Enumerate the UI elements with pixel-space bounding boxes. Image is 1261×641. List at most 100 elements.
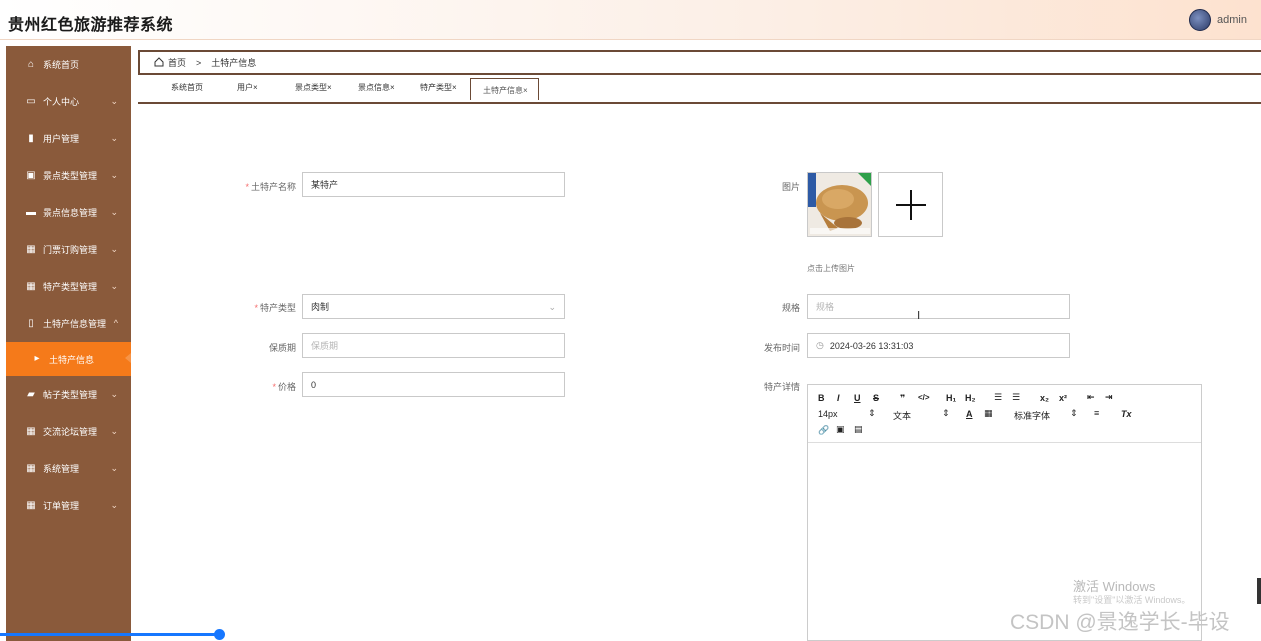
background-color-icon[interactable]: ▦ <box>984 408 993 419</box>
name-field[interactable]: 某特产 <box>302 172 565 197</box>
tab-scenic-info[interactable]: 景点信息× <box>358 82 395 93</box>
tab-scenic-types[interactable]: 景点类型× <box>295 82 332 93</box>
home-icon[interactable] <box>154 56 164 69</box>
sidebar-item-9[interactable]: ▰ 帖子类型管理 ⌄ <box>6 376 131 413</box>
h2-icon[interactable]: H₂ <box>965 393 976 403</box>
chevron-down-icon: ⌄ <box>110 207 118 217</box>
text-type-arrows-icon: ⇕ <box>942 408 950 418</box>
chevron-down-icon: ⌄ <box>110 426 118 436</box>
sidebar-item-12[interactable]: ▦ 订单管理 ⌄ <box>6 487 131 524</box>
subscript-icon[interactable]: x₂ <box>1040 393 1049 403</box>
username[interactable]: admin <box>1217 14 1247 26</box>
sidebar-item-label: 用户管理 <box>43 134 80 144</box>
price-label: * 价格 <box>272 382 296 392</box>
chevron-up-icon: ^ <box>113 318 118 328</box>
clipboard-icon: ▣ <box>26 169 36 181</box>
bold-icon[interactable]: B <box>818 393 825 403</box>
chevron-down-icon: ⌄ <box>110 96 118 106</box>
text-cursor-icon: Ⅰ <box>917 310 921 322</box>
sidebar-item-1[interactable]: ▭ 个人中心 ⌄ <box>6 83 131 120</box>
plus-icon <box>895 189 926 220</box>
monitor-icon: ▬ <box>26 206 36 218</box>
ordered-list-icon[interactable]: ☰ <box>994 392 1002 403</box>
chevron-down-icon: ⌄ <box>110 463 118 473</box>
chevron-down-icon: ⌄ <box>548 302 556 312</box>
sidebar-item-6[interactable]: ▦ 特产类型管理 ⌄ <box>6 268 131 305</box>
chevron-down-icon: ⌄ <box>110 281 118 291</box>
spec-label: 规格 <box>781 303 800 313</box>
code-icon[interactable]: </> <box>918 393 930 402</box>
scroll-handle[interactable] <box>214 629 225 640</box>
grid-icon: ▦ <box>26 280 36 292</box>
sidebar-item-label: 系统管理 <box>43 464 80 474</box>
tab-local-specialty[interactable]: 土特产信息× <box>470 78 539 100</box>
superscript-icon[interactable]: x² <box>1059 393 1067 403</box>
font-family-select[interactable]: 标准字体 <box>1014 409 1050 422</box>
breadcrumb: 首页 > 土特产信息 <box>138 50 1261 75</box>
sidebar-item-label: 景点信息管理 <box>43 208 98 218</box>
outdent-icon[interactable]: ⇤ <box>1087 392 1095 403</box>
tab-home[interactable]: 系统首页 <box>171 82 203 93</box>
sidebar-item-label: 个人中心 <box>43 97 80 107</box>
publish-time-value: 2024-03-26 13:31:03 <box>829 340 914 351</box>
avatar[interactable] <box>1189 9 1212 31</box>
quote-icon[interactable]: ❞ <box>900 393 905 404</box>
sidebar-item-7[interactable]: ▯ 土特产信息管理 ^ <box>6 305 131 342</box>
csdn-watermark: CSDN @景逸学长-毕设 <box>1010 611 1230 634</box>
comment-icon: ▰ <box>27 388 35 400</box>
shelf-life-field[interactable]: 保质期 <box>302 333 565 358</box>
bullet-list-icon[interactable]: ☰ <box>1012 392 1020 403</box>
sidebar-item-label: 特产类型管理 <box>43 282 98 292</box>
book-icon: ▮ <box>28 132 34 144</box>
breadcrumb-home[interactable]: 首页 <box>168 56 186 69</box>
tab-specialty-types[interactable]: 特产类型× <box>420 82 457 93</box>
shelf-label: 保质期 <box>268 343 296 353</box>
sidebar-item-3[interactable]: ▣ 景点类型管理 ⌄ <box>6 157 131 194</box>
link-icon[interactable]: 🔗 <box>818 425 829 436</box>
time-label: 发布时间 <box>763 343 800 353</box>
clear-format-icon[interactable]: Tx <box>1121 409 1132 419</box>
text-type-select[interactable]: 文本 <box>893 409 911 422</box>
sidebar-item-5[interactable]: ▦ 门票订购管理 ⌄ <box>6 231 131 268</box>
tab-users[interactable]: 用户× <box>237 82 258 93</box>
publish-time-field[interactable]: ◷ 2024-03-26 13:31:03 <box>807 333 1070 358</box>
sidebar-item-label: 订单管理 <box>43 501 80 511</box>
user-menu[interactable]: admin <box>1189 9 1247 31</box>
scrollbar-thumb[interactable] <box>1257 578 1261 604</box>
underline-icon[interactable]: U <box>854 393 861 403</box>
name-label: * 土特产名称 <box>245 182 296 192</box>
detail-label: 特产详情 <box>763 382 800 392</box>
id-card-icon: ▭ <box>26 95 36 107</box>
caret-right-icon: ▸ <box>34 353 40 364</box>
spec-field[interactable]: 规格 <box>807 294 1070 319</box>
type-select-value: 肉制 <box>311 302 330 312</box>
sidebar-item-0[interactable]: ⌂ 系统首页 <box>6 46 131 83</box>
sidebar-item-10[interactable]: ▦ 交流论坛管理 ⌄ <box>6 413 131 450</box>
active-indicator <box>125 353 131 363</box>
tab-bar: 系统首页 用户× 景点类型× 景点信息× 特产类型× 土特产信息× <box>138 78 1261 104</box>
grid-icon: ▦ <box>26 499 36 511</box>
sidebar-item-8[interactable]: ▸ 土特产信息 <box>6 342 131 376</box>
upload-tip: 点击上传图片 <box>807 264 855 273</box>
font-size-arrows-icon: ⇕ <box>868 408 876 418</box>
price-field[interactable]: 0 <box>302 372 565 397</box>
sidebar-item-2[interactable]: ▮ 用户管理 ⌄ <box>6 120 131 157</box>
windows-activation-subtitle: 转到"设置"以激活 Windows。 <box>1073 595 1191 605</box>
type-select[interactable]: 肉制 ⌄ <box>302 294 565 319</box>
sidebar: ⌂ 系统首页 ▭ 个人中心 ⌄ ▮ 用户管理 ⌄ ▣ 景点类型管理 ⌄ ▬ 景点信息管理 ⌄ ▦ 门票订购管理… <box>6 46 131 641</box>
image-icon[interactable]: ▣ <box>836 424 845 435</box>
strike-icon[interactable]: S <box>873 393 879 403</box>
video-icon[interactable]: ▤ <box>854 424 863 435</box>
h1-icon[interactable]: H₁ <box>946 393 956 403</box>
scroll-progress-bar[interactable] <box>0 633 220 636</box>
align-icon[interactable]: ≡ <box>1094 408 1099 418</box>
font-color-icon[interactable]: A <box>966 409 973 419</box>
chevron-down-icon: ⌄ <box>110 170 118 180</box>
font-size-select[interactable]: 14px <box>818 409 838 419</box>
indent-icon[interactable]: ⇥ <box>1105 392 1113 403</box>
specialty-image-thumbnail[interactable] <box>807 172 872 237</box>
sidebar-item-4[interactable]: ▬ 景点信息管理 ⌄ <box>6 194 131 231</box>
italic-icon[interactable]: I <box>837 393 840 403</box>
sidebar-item-11[interactable]: ▦ 系统管理 ⌄ <box>6 450 131 487</box>
upload-button[interactable] <box>878 172 943 237</box>
